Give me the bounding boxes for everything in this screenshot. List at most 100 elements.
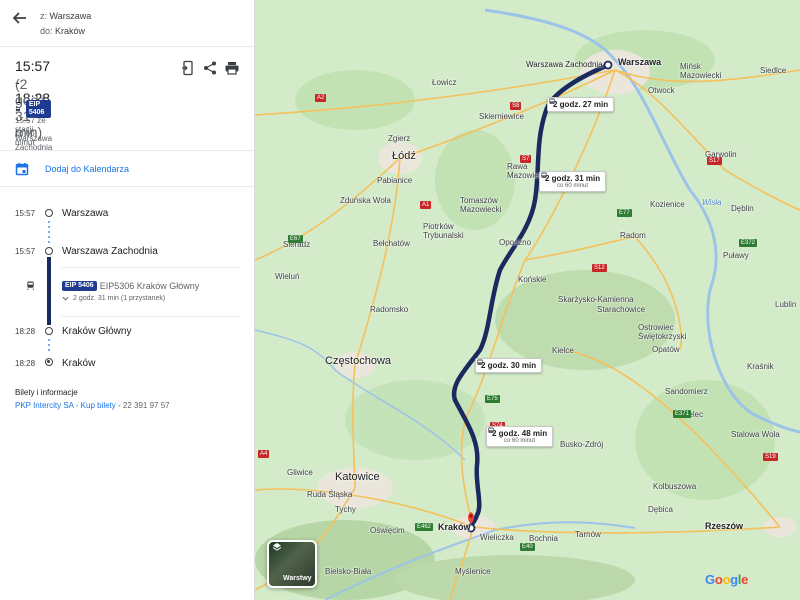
- route-text: z: Warszawa do: Kraków: [40, 9, 91, 39]
- walk-line: [48, 339, 50, 354]
- road-shield: S8: [510, 102, 522, 110]
- city-label[interactable]: Ruda Śląska: [307, 490, 352, 499]
- step-name[interactable]: Kraków Główny: [62, 326, 131, 337]
- train-detail: 2 godz. 31 min (1 przystanek): [73, 295, 166, 302]
- add-to-calendar-link[interactable]: Dodaj do Kalendarza: [45, 164, 129, 174]
- to-value[interactable]: Kraków: [55, 26, 85, 36]
- city-label[interactable]: Kraśnik: [747, 362, 774, 371]
- city-label[interactable]: Piotrków Trybunalski: [423, 222, 471, 240]
- bubble-title: 2 godz. 31 min: [545, 174, 601, 183]
- city-label[interactable]: Zgierz: [388, 134, 410, 143]
- city-label[interactable]: Opoczno: [499, 238, 531, 247]
- city-label[interactable]: Wieluń: [275, 272, 299, 281]
- city-label[interactable]: Opatów: [652, 345, 680, 354]
- road-shield: E40: [520, 543, 535, 551]
- city-label[interactable]: Puławy: [723, 251, 749, 260]
- train-icon: [477, 359, 483, 365]
- city-label[interactable]: Zduńska Wola: [340, 196, 391, 205]
- city-label[interactable]: Tomaszów Mazowiecki: [460, 196, 510, 214]
- city-label[interactable]: Tarnów: [575, 530, 601, 539]
- city-label[interactable]: Łowicz: [432, 78, 456, 87]
- road-shield: E77: [617, 209, 632, 217]
- road-shield: S19: [763, 453, 778, 461]
- city-label[interactable]: Łódź: [392, 150, 416, 162]
- city-label[interactable]: Mińsk Mazowiecki: [680, 62, 721, 80]
- share-icon[interactable]: [202, 60, 218, 76]
- city-label[interactable]: Pabianice: [377, 176, 412, 185]
- destination-marker: [45, 358, 53, 366]
- layers-button[interactable]: Warstwy: [267, 540, 317, 588]
- route-duration-bubble[interactable]: 2 godz. 27 min: [547, 97, 615, 112]
- city-label[interactable]: Gliwice: [287, 468, 313, 477]
- route-header: z: Warszawa do: Kraków: [0, 0, 254, 47]
- bubble-title: 2 godz. 30 min: [481, 361, 537, 370]
- city-label[interactable]: Kielce: [552, 346, 574, 355]
- step-time: 18:28: [15, 327, 36, 336]
- city-label[interactable]: Kozienice: [650, 200, 685, 209]
- city-label[interactable]: Warszawa Zachodnia: [526, 60, 603, 69]
- stop-marker: [45, 209, 53, 217]
- city-label[interactable]: Częstochowa: [325, 355, 391, 367]
- city-label[interactable]: Bochnia: [529, 534, 558, 543]
- train-leg[interactable]: EIP 5406 EIP5306 Kraków Główny: [62, 281, 199, 291]
- city-label[interactable]: Otwock: [648, 86, 675, 95]
- step-name[interactable]: Warszawa: [62, 208, 108, 219]
- city-label[interactable]: Stalowa Wola: [731, 430, 780, 439]
- city-label[interactable]: Tychy: [335, 505, 356, 514]
- city-label[interactable]: Radom: [620, 231, 646, 240]
- train-line: [47, 257, 51, 325]
- step-name[interactable]: Kraków: [62, 358, 95, 369]
- road-shield: E371: [673, 410, 692, 418]
- from-prefix: z:: [40, 11, 48, 21]
- city-label[interactable]: Wieliczka: [480, 533, 514, 542]
- city-label[interactable]: Sandomierz: [665, 387, 708, 396]
- train-badge: EIP 5406: [62, 281, 97, 291]
- city-label[interactable]: Bełchatów: [373, 239, 410, 248]
- road-shield: A4: [258, 450, 270, 458]
- city-label[interactable]: Starachowice: [597, 305, 645, 314]
- layers-label: Warstwy: [283, 575, 312, 582]
- directions-panel: z: Warszawa do: Kraków 15:57 - 18:28 (2 …: [0, 0, 255, 600]
- origin-marker[interactable]: [603, 60, 613, 70]
- send-to-phone-icon[interactable]: [180, 60, 196, 76]
- train-icon: [15, 106, 21, 112]
- chevron-down-icon: [62, 296, 69, 301]
- city-label[interactable]: Myślenice: [455, 567, 491, 576]
- city-label[interactable]: Radomsko: [370, 305, 408, 314]
- route-duration-bubble[interactable]: 2 godz. 48 min co 60 minut: [486, 426, 554, 447]
- walk-line: [48, 221, 50, 246]
- city-label[interactable]: Rzeszów: [705, 521, 743, 531]
- city-label[interactable]: Busko-Zdrój: [560, 440, 603, 449]
- city-label[interactable]: Bielsko-Biała: [325, 567, 371, 576]
- expand-stops[interactable]: 2 godz. 31 min (1 przystanek): [62, 295, 165, 302]
- route-duration-bubble[interactable]: 2 godz. 30 min: [475, 358, 543, 373]
- road-shield: S7: [520, 155, 532, 163]
- map-canvas[interactable]: Warszawa Warszawa Zachodnia Łódź Częstoc…: [255, 0, 800, 600]
- city-label[interactable]: Ostrowiec Świętokrzyski: [638, 323, 698, 341]
- bubble-title: 2 godz. 48 min: [492, 429, 548, 438]
- city-label[interactable]: Katowice: [335, 471, 380, 483]
- layers-icon: [272, 543, 282, 551]
- print-icon[interactable]: [224, 60, 240, 76]
- city-label[interactable]: Kolbuszowa: [653, 482, 696, 491]
- buy-tickets-link[interactable]: PKP Intercity SA - Kup bilety: [15, 401, 116, 410]
- city-label[interactable]: Końskie: [518, 275, 546, 284]
- city-label[interactable]: Skarżysko-Kamienna: [558, 295, 634, 304]
- city-label[interactable]: Lublin: [775, 300, 796, 309]
- road-shield: S17: [707, 157, 722, 165]
- add-to-calendar[interactable]: Dodaj do Kalendarza: [0, 151, 254, 187]
- city-label[interactable]: Dębica: [648, 505, 673, 514]
- city-label[interactable]: Skierniewice: [479, 112, 524, 121]
- route-duration-bubble[interactable]: 2 godz. 31 min co 60 minut: [539, 171, 607, 192]
- city-label[interactable]: Oświęcim: [370, 526, 405, 535]
- from-value[interactable]: Warszawa: [50, 11, 92, 21]
- back-arrow-icon[interactable]: [10, 8, 30, 28]
- step-time: 15:57: [15, 209, 36, 218]
- road-shield: A1: [420, 201, 432, 209]
- city-label[interactable]: Siedlce: [760, 66, 786, 75]
- step-name[interactable]: Warszawa Zachodnia: [62, 246, 158, 257]
- city-label[interactable]: Dęblin: [731, 204, 754, 213]
- city-label[interactable]: Kraków: [438, 522, 471, 532]
- river-label: Wisła: [702, 198, 722, 207]
- city-label[interactable]: Warszawa: [618, 57, 661, 67]
